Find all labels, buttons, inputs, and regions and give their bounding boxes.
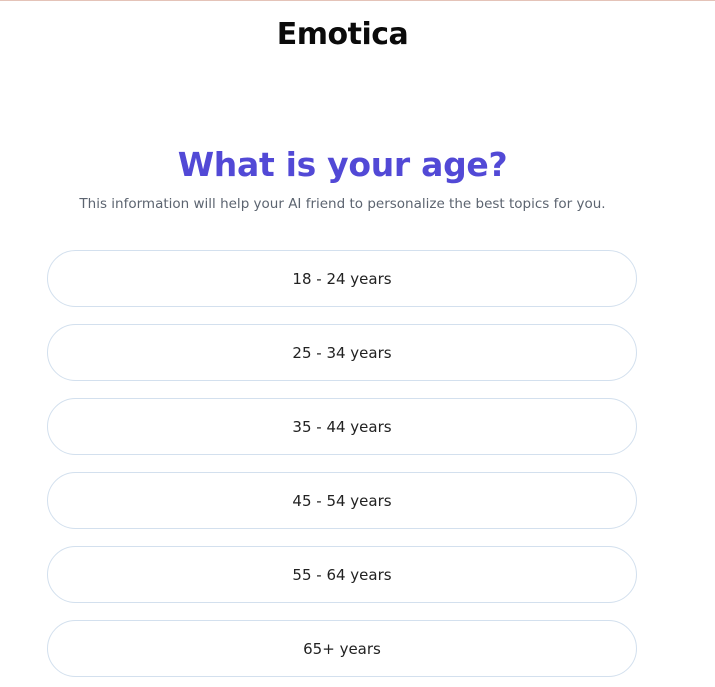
age-option-45-54[interactable]: 45 - 54 years <box>47 472 637 529</box>
age-option-label: 18 - 24 years <box>292 269 392 288</box>
age-option-25-34[interactable]: 25 - 34 years <box>47 324 637 381</box>
age-option-label: 35 - 44 years <box>292 417 392 436</box>
age-option-65-plus[interactable]: 65+ years <box>47 620 637 677</box>
age-options-list: 18 - 24 years 25 - 34 years 35 - 44 year… <box>47 250 637 687</box>
page-subtitle: This information will help your AI frien… <box>79 196 606 212</box>
age-option-18-24[interactable]: 18 - 24 years <box>47 250 637 307</box>
age-option-label: 25 - 34 years <box>292 343 392 362</box>
age-option-label: 65+ years <box>303 639 381 658</box>
age-option-label: 45 - 54 years <box>292 491 392 510</box>
brand-logo: Emotica <box>276 17 409 52</box>
age-option-35-44[interactable]: 35 - 44 years <box>47 398 637 455</box>
age-option-55-64[interactable]: 55 - 64 years <box>47 546 637 603</box>
age-option-label: 55 - 64 years <box>292 565 392 584</box>
age-selection-page: Emotica What is your age? This informati… <box>0 0 715 687</box>
page-title: What is your age? <box>177 145 508 184</box>
